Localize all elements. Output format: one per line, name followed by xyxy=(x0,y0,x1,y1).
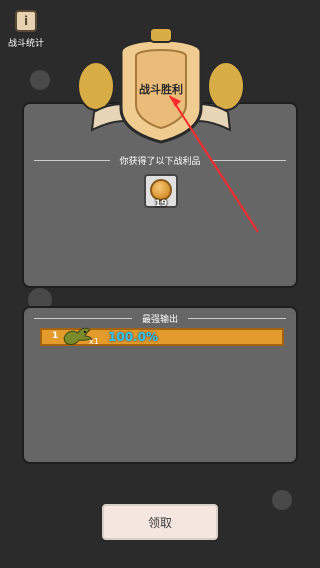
divider-line xyxy=(34,159,110,161)
damage-panel: 最强输出 1 x1 100.0% xyxy=(22,306,298,464)
loot-item[interactable]: 19 xyxy=(144,174,178,209)
damage-percent: 100.0% xyxy=(108,330,158,344)
reward-title-row: 你获得了以下战利品 xyxy=(34,154,287,167)
multiplier-label: x1 xyxy=(89,337,99,346)
damage-title: 最强输出 xyxy=(142,314,179,325)
damage-row: 1 x1 100.0% xyxy=(40,327,284,346)
victory-badge: 战斗胜利 xyxy=(76,26,246,144)
victory-title: 战斗胜利 xyxy=(139,83,183,96)
coin-icon xyxy=(150,179,172,201)
divider-line xyxy=(210,159,287,161)
loot-count: 19 xyxy=(154,199,168,209)
claim-button[interactable]: 领取 xyxy=(102,504,218,540)
divider-line xyxy=(34,317,132,319)
divider-line xyxy=(188,317,287,319)
battle-stats-label: 战斗统计 xyxy=(7,39,44,49)
info-icon: i xyxy=(15,10,37,32)
rank-label: 1 xyxy=(52,331,59,341)
battle-stats[interactable]: i 战斗统计 xyxy=(6,10,46,49)
reward-title: 你获得了以下战利品 xyxy=(119,156,201,167)
